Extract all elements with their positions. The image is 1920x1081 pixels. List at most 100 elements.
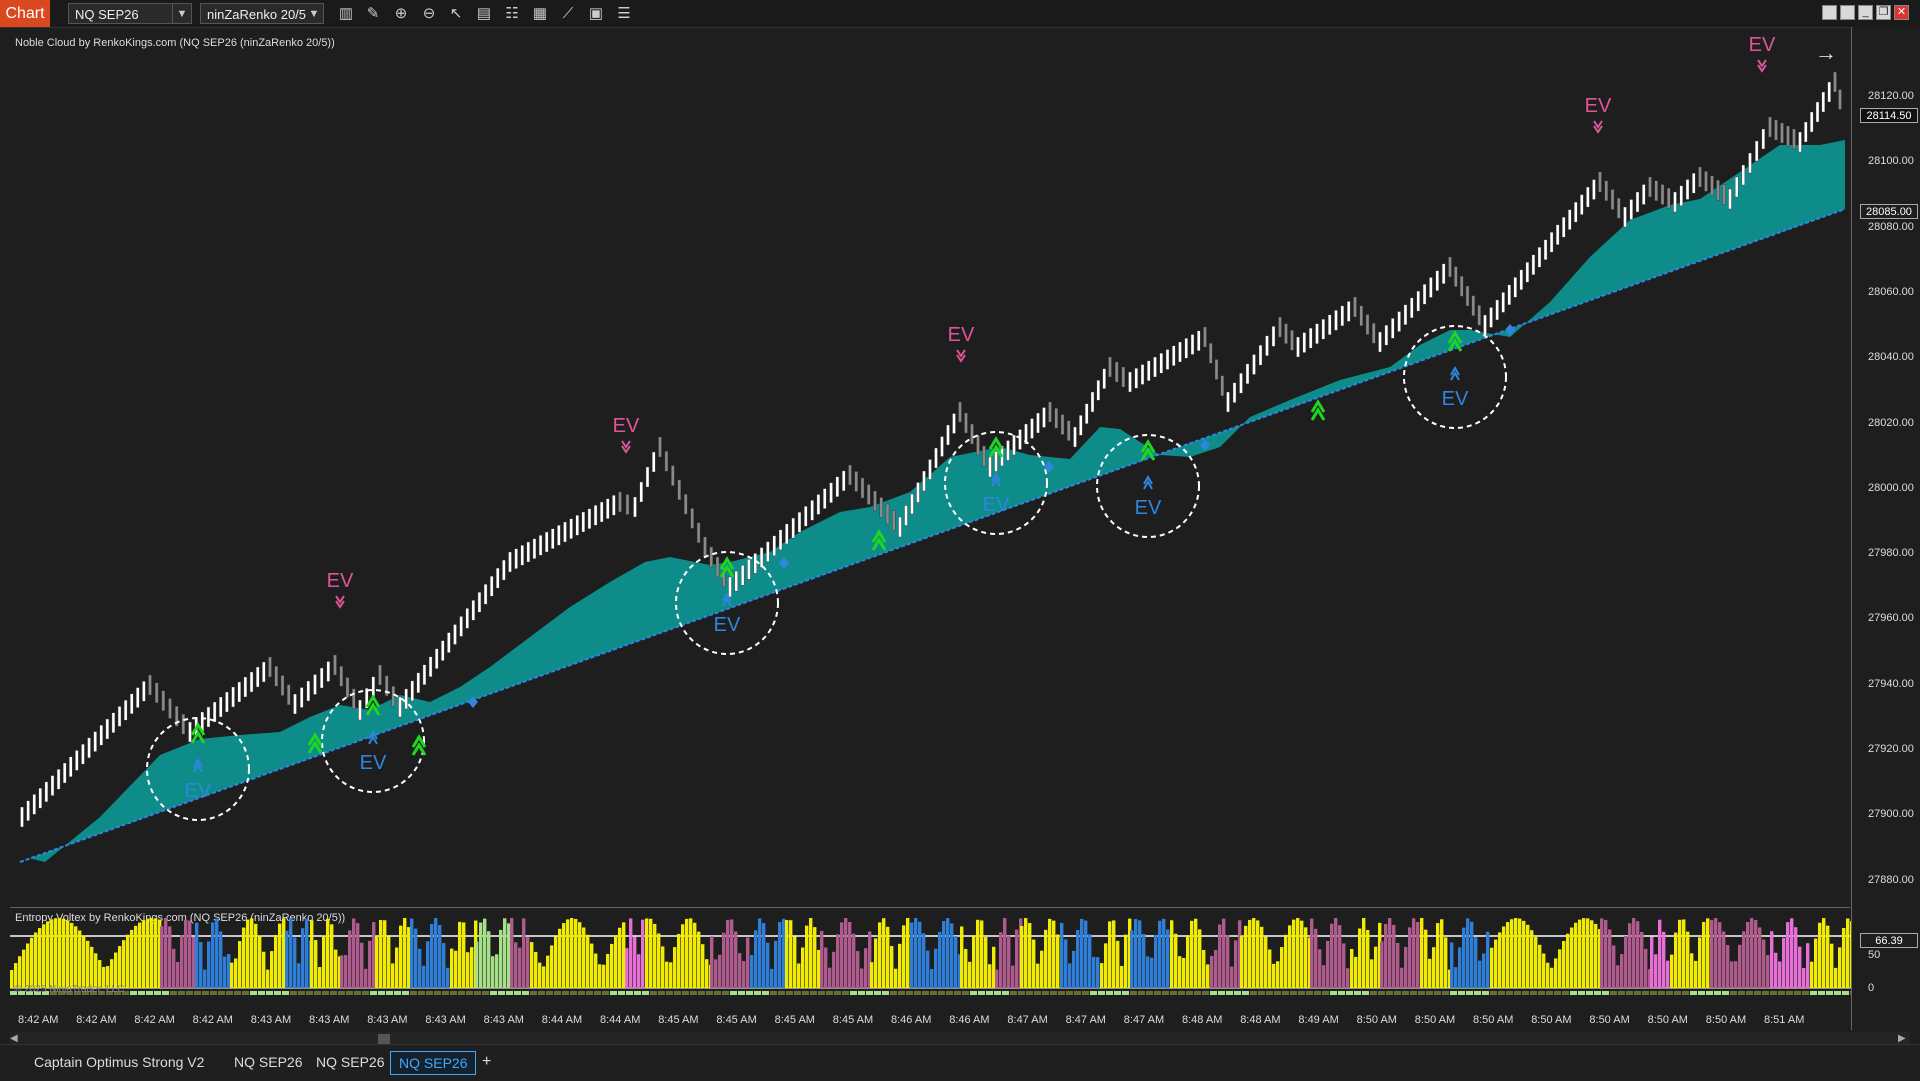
workspace-tab[interactable]: Captain Optimus Strong V2: [26, 1051, 232, 1073]
time-tick: 8:43 AM: [309, 1014, 350, 1026]
chevron-down-icon[interactable]: ▼: [305, 4, 323, 23]
zoom-out-icon[interactable]: ⊖: [419, 4, 439, 24]
list-icon[interactable]: ☰: [614, 4, 634, 24]
renko-bar-up: [575, 515, 579, 536]
oscillator-bar: [1366, 930, 1370, 988]
chevron-down-icon[interactable]: ▼: [172, 4, 191, 23]
renko-bar-up: [123, 699, 128, 721]
instrument-selector[interactable]: NQ SEP26 ▼: [68, 3, 192, 24]
oscillator-chart[interactable]: [10, 908, 1851, 1008]
renko-bar-up: [740, 565, 745, 586]
oscillator-strip-cell: [162, 991, 169, 995]
oscillator-strip-cell: [1106, 991, 1113, 995]
oscillator-strip-cell: [1074, 991, 1081, 995]
renko-bar-up: [212, 701, 217, 723]
oscillator-bar: [90, 946, 94, 988]
ev-bear-signal[interactable]: EV: [613, 415, 640, 454]
price-axis[interactable]: 28120.00 28100.00 28080.00 28060.00 28040.00…: [1851, 27, 1920, 1030]
renko-bar-up: [1525, 262, 1530, 283]
indicators-icon[interactable]: ⟋: [558, 4, 578, 24]
renko-bar-up: [142, 681, 146, 702]
add-tab-button[interactable]: +: [474, 1051, 499, 1073]
renko-bar-up: [1815, 101, 1820, 123]
oscillator-bar: [625, 948, 629, 988]
oscillator-bar: [322, 935, 326, 988]
oscillator-strip-cell: [810, 991, 817, 995]
oscillator-bar: [1210, 955, 1214, 988]
maximize-icon[interactable]: ❐: [1876, 5, 1891, 20]
price-tick: 27900.00: [1868, 808, 1914, 821]
ev-label: EV: [1585, 95, 1612, 117]
scroll-thumb[interactable]: [378, 1034, 390, 1044]
renko-bar-up: [804, 506, 808, 527]
scroll-left-icon[interactable]: ◀: [10, 1033, 18, 1044]
renko-bar-up: [26, 800, 30, 821]
time-tick: 8:48 AM: [1182, 1014, 1223, 1026]
oscillator-bar: [274, 935, 278, 988]
price-chart[interactable]: EV EV EV EV EV EV EV EV EV EV EV: [10, 27, 1851, 907]
time-axis[interactable]: 8:42 AM 8:42 AM 8:42 AM 8:42 AM 8:43 AM 8:43 …: [10, 1008, 1850, 1032]
oscillator-bar: [1404, 946, 1408, 988]
pointer-icon[interactable]: ↖: [446, 4, 466, 24]
oscillator-bar: [1190, 920, 1194, 988]
oscillator-bar: [368, 940, 372, 988]
renko-bar-up: [1296, 336, 1300, 358]
renko-bar-up: [496, 567, 500, 589]
oscillator-bar: [1482, 953, 1486, 988]
data-box-icon[interactable]: ▤: [474, 4, 494, 24]
ev-bear-signal[interactable]: EV: [1585, 95, 1612, 134]
close-icon[interactable]: ✕: [1894, 5, 1909, 20]
oscillator-bar: [479, 922, 483, 988]
renko-bar-up: [1416, 290, 1420, 312]
minimize-icon[interactable]: _: [1858, 5, 1873, 20]
ev-bear-signal[interactable]: EV: [327, 570, 354, 609]
price-tick: 28080.00: [1868, 220, 1914, 233]
ev-bull-signal[interactable]: EV: [1403, 325, 1507, 429]
oscillator-bar: [1842, 927, 1846, 988]
oscillator-strip-cell: [1634, 991, 1641, 995]
bar-type-selector[interactable]: ninZaRenko 20/5 ▼: [200, 3, 324, 24]
renko-bar-up: [1315, 323, 1319, 344]
tab-nq-sep26-active[interactable]: NQ SEP26: [390, 1051, 477, 1075]
ev-bull-signal[interactable]: EV: [1096, 434, 1200, 538]
oscillator-bar: [1578, 919, 1582, 988]
tab-nq-sep26-2[interactable]: NQ SEP26: [308, 1051, 392, 1073]
restore-icon[interactable]: [1822, 5, 1837, 20]
oscillator-bar: [344, 955, 348, 988]
properties-icon[interactable]: ☷: [502, 4, 522, 24]
draw-icon[interactable]: ✎: [363, 4, 383, 24]
oscillator-bar: [1612, 945, 1616, 988]
oscillator-bar: [1766, 955, 1770, 988]
ev-bear-signal[interactable]: EV: [1749, 34, 1776, 73]
oscillator-bar: [195, 922, 199, 988]
oscillator-bar: [1758, 927, 1762, 988]
renko-bar-up: [1809, 111, 1814, 133]
templates-icon[interactable]: ▦: [530, 4, 550, 24]
renko-bar-up: [225, 691, 229, 713]
oscillator-strip-cell: [1026, 991, 1033, 995]
renko-bar-up: [1334, 310, 1338, 331]
oscillator-bar: [134, 925, 138, 988]
scroll-right-icon[interactable]: ▶: [1898, 1033, 1906, 1044]
oscillator-strip-cell: [1506, 991, 1513, 995]
ev-bear-signal[interactable]: EV: [948, 324, 975, 363]
renko-bar-down: [958, 401, 962, 423]
strategies-icon[interactable]: ▣: [586, 4, 606, 24]
restore-icon[interactable]: [1840, 5, 1855, 20]
oscillator-bar: [1158, 920, 1162, 988]
arrow-right-icon[interactable]: →: [1815, 40, 1837, 66]
oscillator-strip-cell: [1746, 991, 1753, 995]
oscillator-bar: [673, 947, 677, 988]
bar-style-icon[interactable]: ▥: [336, 4, 356, 24]
oscillator-strip-cell: [834, 991, 841, 995]
tab-nq-sep26-1[interactable]: NQ SEP26: [226, 1051, 310, 1073]
renko-bar-up: [130, 693, 134, 715]
renko-bar-up: [1422, 284, 1427, 305]
zoom-in-icon[interactable]: ⊕: [391, 4, 411, 24]
oscillator-bar: [1138, 920, 1142, 988]
oscillator-strip-cell: [1002, 991, 1009, 995]
renko-bar-up: [1239, 373, 1243, 394]
oscillator-bar: [1354, 956, 1358, 988]
chart-tab[interactable]: Chart: [0, 0, 50, 27]
oscillator-bar: [1798, 946, 1802, 988]
